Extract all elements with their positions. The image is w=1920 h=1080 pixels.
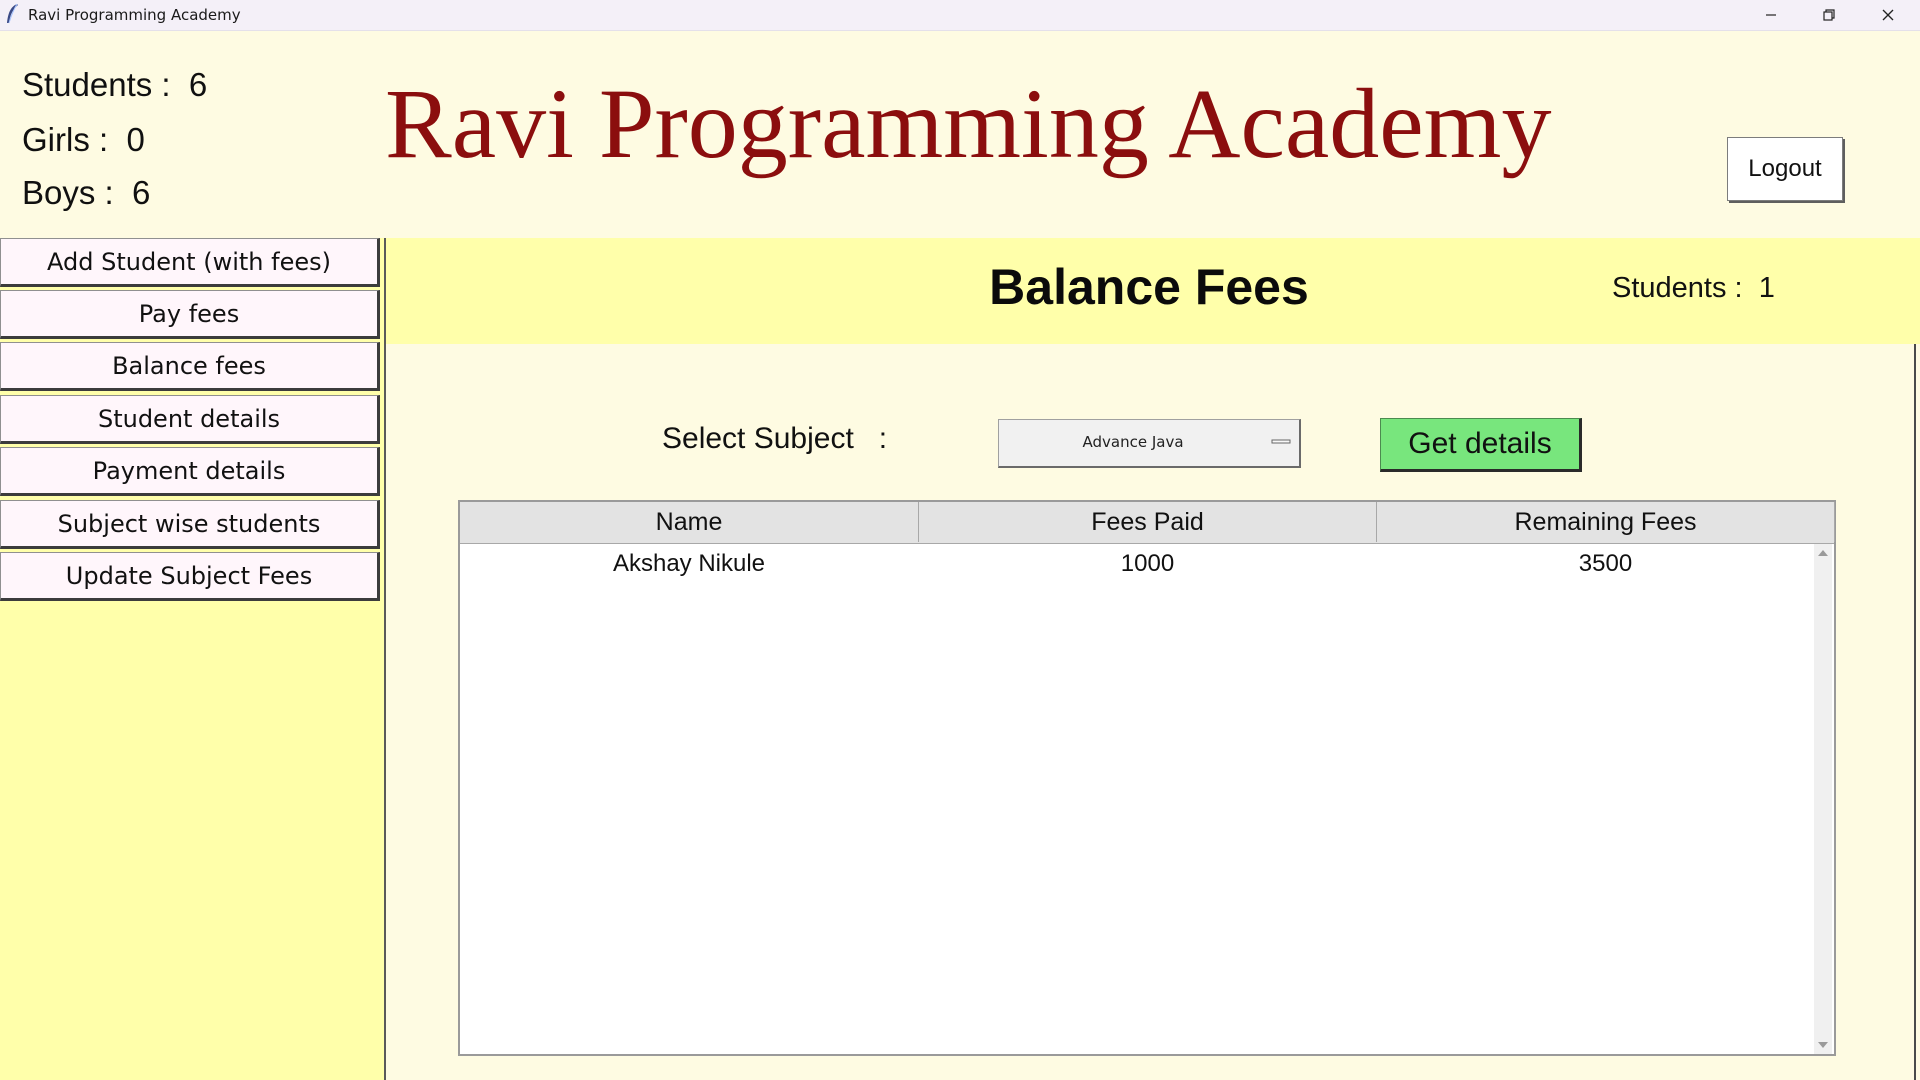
table-scrollbar[interactable] bbox=[1814, 544, 1832, 1054]
cell-name: Akshay Nikule bbox=[612, 550, 766, 577]
table-row[interactable]: Akshay Nikule 1000 3500 bbox=[460, 544, 1810, 584]
feather-icon bbox=[7, 3, 18, 24]
academy-title: Ravi Programming Academy bbox=[385, 68, 1552, 179]
girls-count-label: Girls : 0 bbox=[22, 121, 145, 158]
get-details-button[interactable]: Get details bbox=[1380, 418, 1582, 472]
scroll-down-arrow-icon[interactable] bbox=[1817, 1040, 1829, 1050]
column-header-remaining-fees[interactable]: Remaining Fees bbox=[1377, 502, 1835, 542]
sidebar-item-student-details[interactable]: Student details bbox=[0, 395, 380, 444]
column-header-fees-paid[interactable]: Fees Paid bbox=[919, 502, 1377, 542]
boys-count-label: Boys : 6 bbox=[22, 174, 151, 211]
sidebar-item-payment-details[interactable]: Payment details bbox=[0, 447, 380, 496]
restore-icon bbox=[1823, 9, 1835, 21]
subject-dropdown-value: Advance Java bbox=[1082, 433, 1184, 451]
sidebar: Add Student (with fees) Pay fees Balance… bbox=[0, 238, 386, 1080]
minimize-icon bbox=[1766, 14, 1776, 16]
students-count-label: Students : 1 bbox=[1612, 272, 1775, 304]
window-title: Ravi Programming Academy bbox=[28, 6, 241, 24]
column-header-name[interactable]: Name bbox=[460, 502, 919, 542]
cell-remaining-fees: 3500 bbox=[1578, 550, 1633, 577]
sidebar-item-subject-wise-students[interactable]: Subject wise students bbox=[0, 500, 380, 549]
restore-button[interactable] bbox=[1801, 0, 1857, 30]
sidebar-item-add-student[interactable]: Add Student (with fees) bbox=[0, 238, 380, 287]
select-subject-label: Select Subject : bbox=[662, 422, 888, 455]
subject-dropdown[interactable]: Advance Java bbox=[998, 419, 1301, 468]
panel-divider bbox=[1914, 344, 1916, 1080]
scroll-up-arrow-icon[interactable] bbox=[1817, 548, 1829, 558]
sidebar-item-balance-fees[interactable]: Balance fees bbox=[0, 342, 380, 391]
sidebar-item-pay-fees[interactable]: Pay fees bbox=[0, 290, 380, 339]
panel-header: Balance Fees Students : 1 bbox=[386, 238, 1920, 344]
sidebar-item-update-subject-fees[interactable]: Update Subject Fees bbox=[0, 552, 380, 601]
cell-fees-paid: 1000 bbox=[1120, 550, 1175, 577]
students-total-label: Students : 6 bbox=[22, 66, 208, 103]
logout-button[interactable]: Logout bbox=[1727, 137, 1843, 201]
minimize-button[interactable] bbox=[1743, 0, 1799, 30]
balance-fees-table: Name Fees Paid Remaining Fees Akshay Nik… bbox=[458, 500, 1836, 1056]
app-client-area: Students : 6 Girls : 0 Boys : 6 Ravi Pro… bbox=[0, 31, 1920, 1080]
balance-fees-panel: Balance Fees Students : 1 Select Subject… bbox=[386, 238, 1920, 1080]
close-icon bbox=[1882, 9, 1894, 21]
window-titlebar: Ravi Programming Academy bbox=[0, 0, 1920, 31]
dropdown-indicator-icon bbox=[1271, 439, 1291, 444]
table-header: Name Fees Paid Remaining Fees bbox=[460, 502, 1835, 544]
close-button[interactable] bbox=[1860, 0, 1916, 30]
